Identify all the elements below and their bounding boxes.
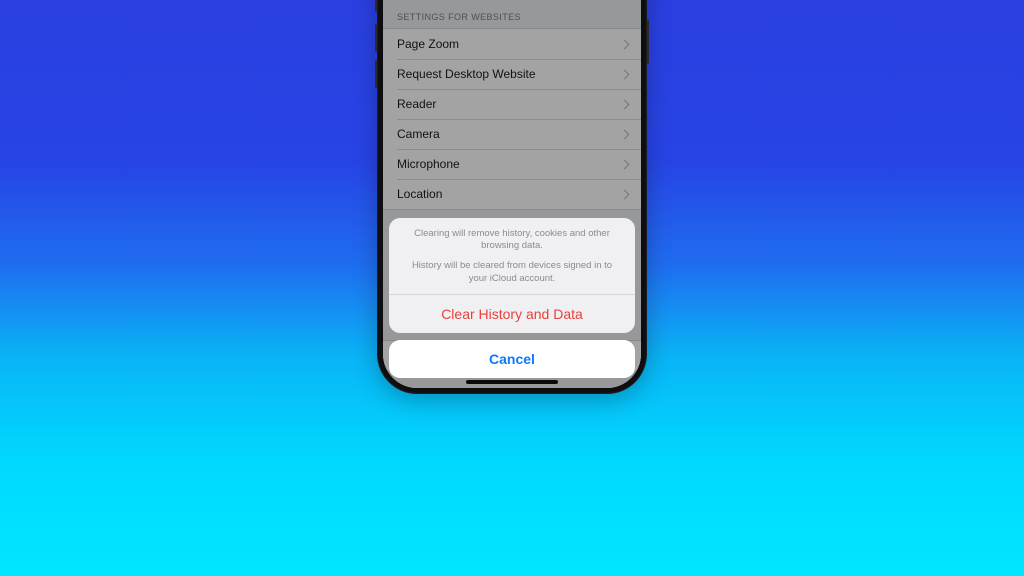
action-sheet-message-line2: History will be cleared from devices sig… [407, 260, 617, 285]
action-sheet-message-line1: Clearing will remove history, cookies an… [407, 228, 617, 253]
action-sheet-card: Clearing will remove history, cookies an… [389, 218, 635, 333]
home-indicator[interactable] [466, 380, 558, 384]
clear-history-and-data-button[interactable]: Clear History and Data [389, 295, 635, 333]
device-screen: SETTINGS FOR WEBSITES Page Zoom Request … [383, 0, 641, 388]
iphone-device-frame: SETTINGS FOR WEBSITES Page Zoom Request … [377, 0, 647, 394]
action-sheet-message: Clearing will remove history, cookies an… [389, 218, 635, 294]
action-sheet: Clearing will remove history, cookies an… [389, 218, 635, 378]
cancel-button[interactable]: Cancel [389, 340, 635, 378]
